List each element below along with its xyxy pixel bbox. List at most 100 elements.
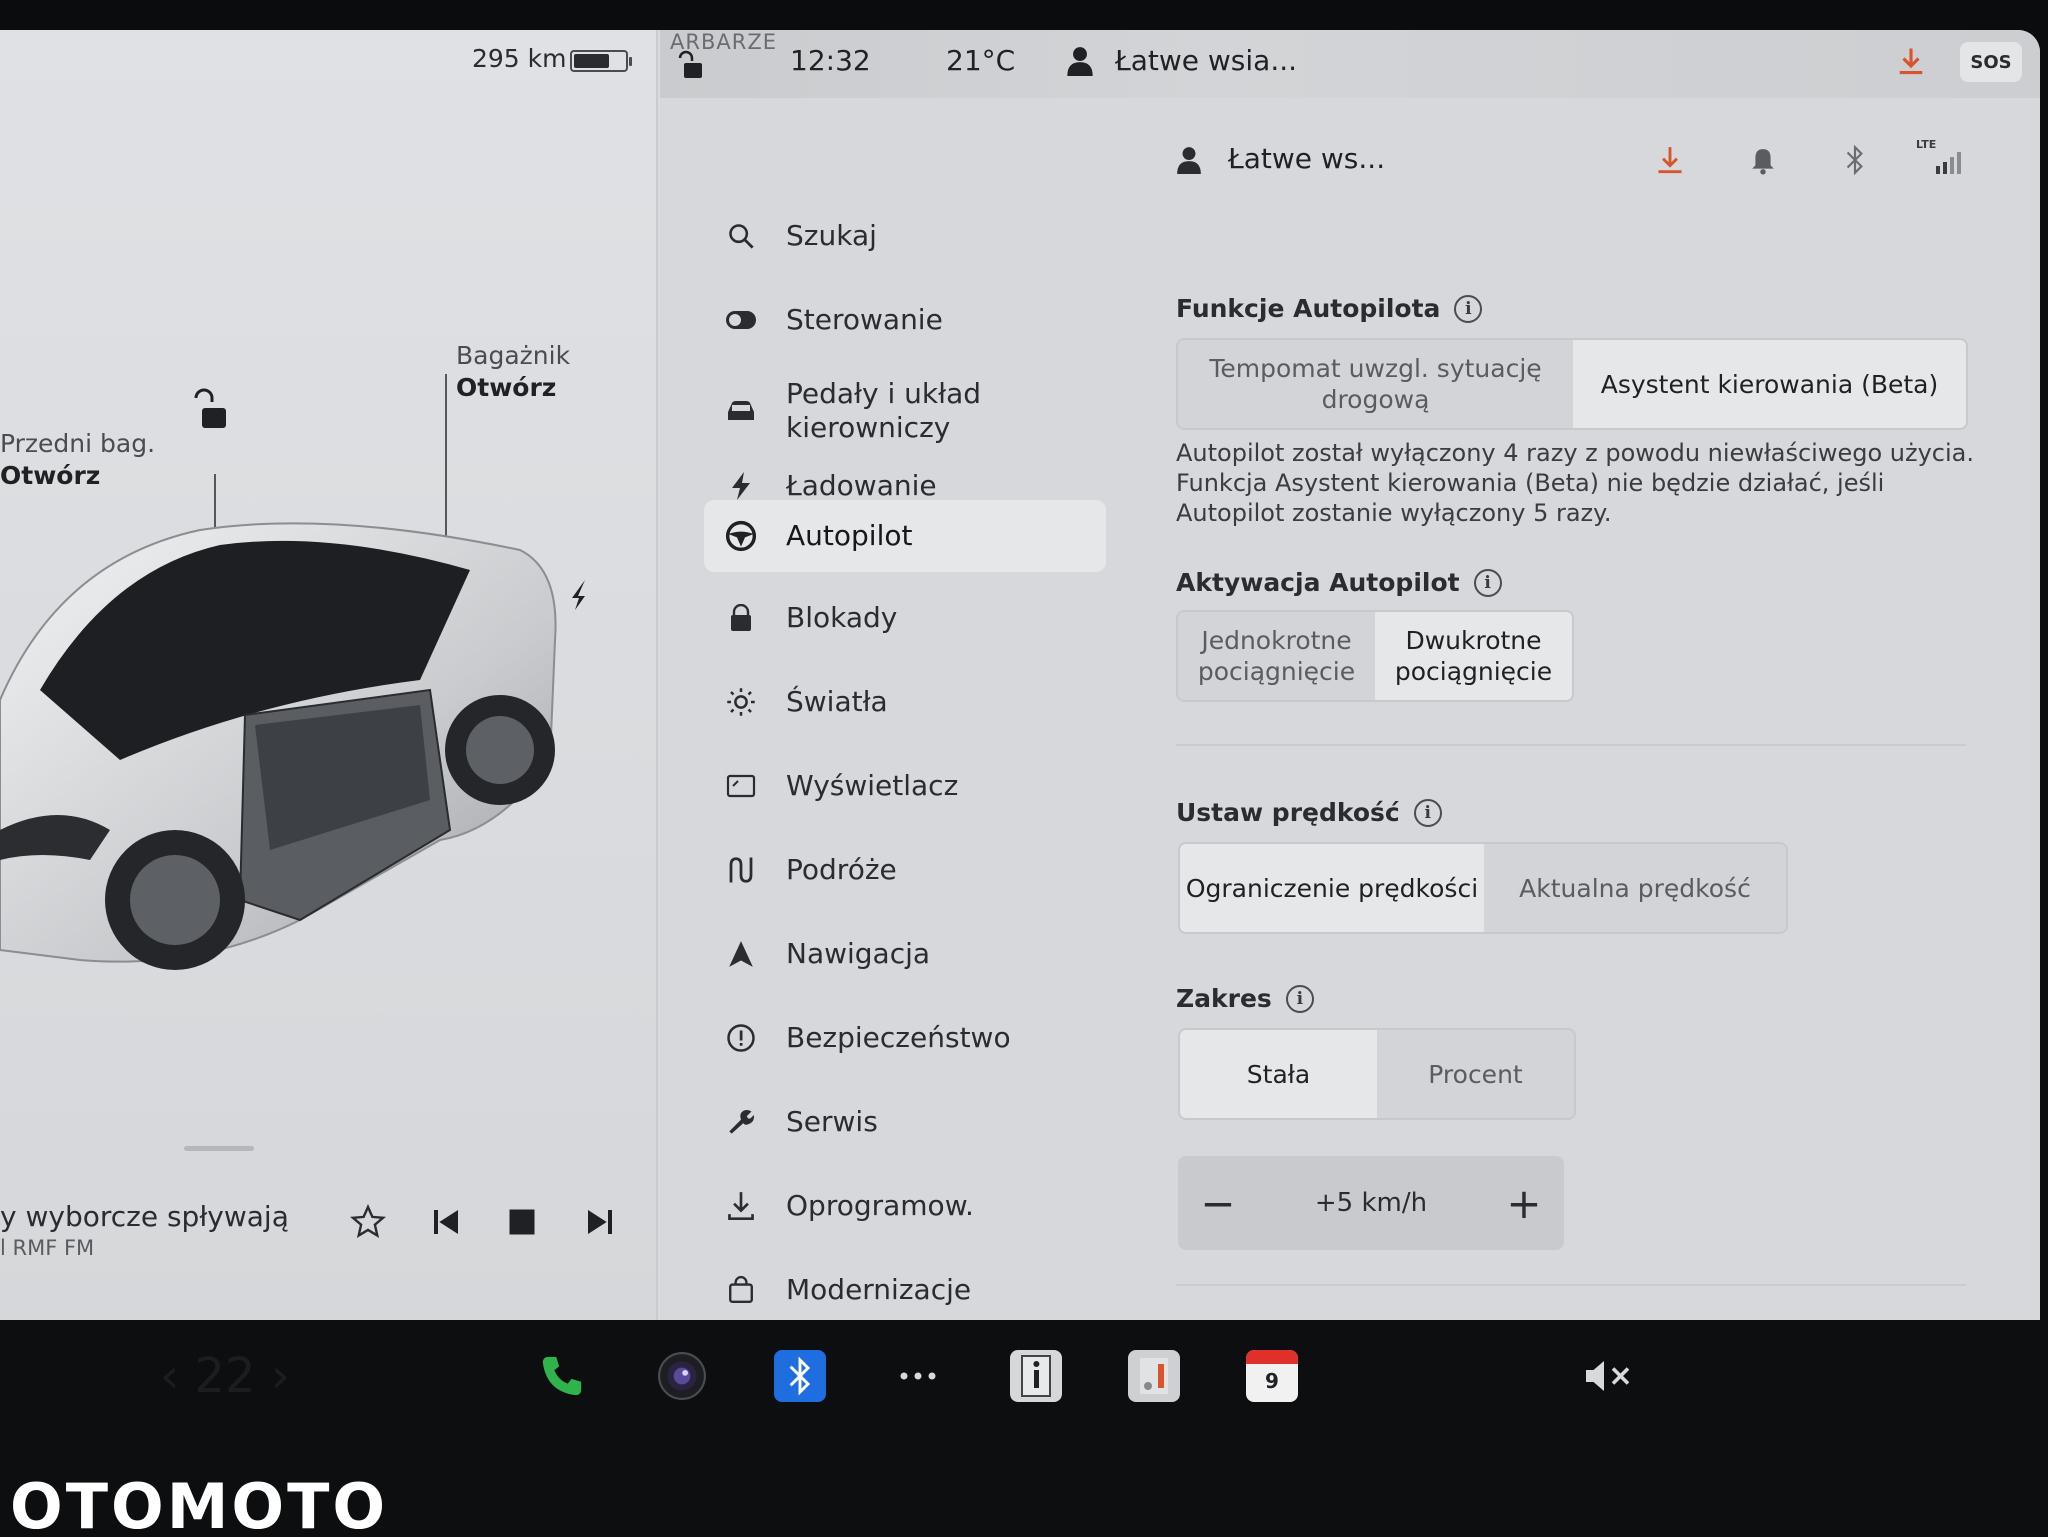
nav-item-trips[interactable]: Podróże bbox=[704, 834, 1106, 906]
nav-item-safety[interactable]: Bezpieczeństwo bbox=[704, 1002, 1106, 1074]
volume-muted-icon[interactable] bbox=[1580, 1350, 1640, 1402]
nav-label: Pedały i układ kierowniczy bbox=[786, 377, 982, 444]
clock: 12:32 bbox=[790, 44, 871, 77]
trunk-label: Bagażnik bbox=[456, 341, 571, 370]
battery-level bbox=[574, 54, 609, 68]
nav-item-navigation[interactable]: Nawigacja bbox=[704, 918, 1106, 990]
nav-item-display[interactable]: Wyświetlacz bbox=[704, 750, 1106, 822]
divider bbox=[1176, 744, 1966, 746]
bell-icon[interactable] bbox=[1750, 146, 1776, 180]
divider bbox=[1176, 1284, 1966, 1286]
user-icon[interactable] bbox=[1066, 46, 1094, 80]
nav-item-search[interactable]: Szukaj bbox=[704, 200, 1106, 272]
section-title-text: Ustaw prędkość bbox=[1176, 798, 1400, 827]
bottom-dock: ‹ 22 › 9 OTOMOTO bbox=[0, 1320, 2048, 1537]
front-trunk-control[interactable]: Przedni bag. Otwórz bbox=[0, 428, 155, 492]
info-icon[interactable]: i bbox=[1285, 984, 1314, 1013]
profile-row: Łatwe ws... LTE bbox=[1176, 138, 1996, 188]
nav-label: Ładowanie bbox=[786, 469, 937, 502]
set-speed-selector[interactable]: Ograniczenie prędkości Aktualna prędkość bbox=[1178, 842, 1788, 934]
car-model-image[interactable] bbox=[0, 500, 600, 1000]
speed-offset-value: +5 km/h bbox=[1314, 1188, 1428, 1218]
unlock-icon[interactable] bbox=[190, 388, 230, 434]
settings-panel: Szukaj Sterowanie Pedały i układ kierown… bbox=[660, 98, 2040, 1320]
car-lock-icon[interactable] bbox=[676, 50, 704, 84]
battery-icon bbox=[570, 50, 632, 72]
next-track-icon[interactable] bbox=[580, 1202, 620, 1242]
front-trunk-label: Przedni bag. bbox=[0, 429, 156, 458]
nav-item-locks[interactable]: Blokady bbox=[704, 582, 1106, 654]
nav-item-autopilot[interactable]: Autopilot bbox=[704, 500, 1106, 572]
range-readout: 295 km bbox=[472, 44, 567, 73]
profile-name[interactable]: Łatwe ws... bbox=[1228, 142, 1385, 175]
front-trunk-open[interactable]: Otwórz bbox=[0, 460, 155, 492]
option-current-speed[interactable]: Aktualna prędkość bbox=[1484, 844, 1786, 932]
nav-item-upgrades[interactable]: Modernizacje bbox=[704, 1254, 1106, 1320]
trips-icon bbox=[724, 853, 758, 887]
download-icon bbox=[724, 1189, 758, 1223]
bolt-icon bbox=[724, 469, 758, 503]
trunk-open[interactable]: Otwórz bbox=[456, 372, 570, 404]
user-icon[interactable] bbox=[1176, 146, 1202, 178]
more-apps-icon[interactable] bbox=[892, 1350, 944, 1402]
sos-button[interactable]: SOS bbox=[1960, 42, 2022, 82]
trunk-control[interactable]: Bagażnik Otwórz bbox=[456, 340, 570, 404]
nav-label: Serwis bbox=[786, 1105, 878, 1138]
status-bar: ARBARZE 12:32 21°C Łatwe wsia... SOS bbox=[660, 30, 2040, 98]
display-icon bbox=[724, 769, 758, 803]
nav-label: Bezpieczeństwo bbox=[786, 1021, 1011, 1054]
nav-item-software[interactable]: Oprogramow. bbox=[704, 1170, 1106, 1242]
option-fixed[interactable]: Stała bbox=[1180, 1030, 1377, 1118]
autopilot-features-title: Funkcje Autopilota i bbox=[1176, 294, 1483, 323]
toybox-icon[interactable] bbox=[1128, 1350, 1180, 1402]
previous-track-icon[interactable] bbox=[426, 1202, 466, 1242]
option-single-pull[interactable]: Jednokrotne pociągnięcie bbox=[1178, 612, 1375, 700]
decrease-button[interactable]: − bbox=[1178, 1156, 1258, 1250]
info-icon[interactable]: i bbox=[1454, 294, 1483, 323]
speed-offset-stepper: − +5 km/h + bbox=[1178, 1156, 1564, 1250]
favorite-star-icon[interactable] bbox=[348, 1202, 388, 1242]
download-icon[interactable] bbox=[1896, 46, 1926, 80]
calendar-icon[interactable]: 9 bbox=[1246, 1350, 1298, 1402]
wrench-icon bbox=[724, 1105, 758, 1139]
set-speed-title: Ustaw prędkość i bbox=[1176, 798, 1442, 827]
option-speed-limit[interactable]: Ograniczenie prędkości bbox=[1180, 844, 1484, 932]
activation-selector[interactable]: Jednokrotne pociągnięcie Dwukrotne pocią… bbox=[1176, 610, 1574, 702]
nav-item-lights[interactable]: Światła bbox=[704, 666, 1106, 738]
option-double-pull[interactable]: Dwukrotne pociągnięcie bbox=[1375, 612, 1572, 700]
phone-icon[interactable] bbox=[536, 1350, 588, 1402]
nav-label: Autopilot bbox=[786, 519, 913, 552]
option-traffic-aware-cruise[interactable]: Tempomat uwzgl. sytuację drogową bbox=[1178, 340, 1573, 428]
info-icon[interactable]: i bbox=[1413, 798, 1442, 827]
nav-label: Szukaj bbox=[786, 219, 877, 252]
section-title-text: Zakres bbox=[1176, 984, 1272, 1013]
manual-icon[interactable] bbox=[1010, 1350, 1062, 1402]
bag-icon bbox=[724, 1273, 758, 1307]
panel-drag-handle[interactable] bbox=[184, 1146, 254, 1151]
media-station: l RMF FM bbox=[0, 1236, 95, 1260]
range-selector[interactable]: Stała Procent bbox=[1178, 1028, 1576, 1120]
nav-item-service[interactable]: Serwis bbox=[704, 1086, 1106, 1158]
camera-icon[interactable] bbox=[656, 1350, 708, 1402]
driver-profile[interactable]: Łatwe wsia... bbox=[1115, 44, 1297, 77]
lock-icon bbox=[724, 601, 758, 635]
nav-label: Podróże bbox=[786, 853, 897, 886]
nav-item-pedals-steering[interactable]: Pedały i układ kierowniczy bbox=[704, 366, 1106, 456]
climate-temperature[interactable]: ‹ 22 › bbox=[160, 1348, 290, 1404]
nav-label: Światła bbox=[786, 685, 888, 718]
download-icon[interactable] bbox=[1656, 146, 1684, 180]
stop-icon[interactable] bbox=[502, 1202, 542, 1242]
increase-button[interactable]: + bbox=[1484, 1156, 1564, 1250]
sos-label: SOS bbox=[1970, 51, 2012, 73]
nav-item-controls[interactable]: Sterowanie bbox=[704, 284, 1106, 356]
outside-temperature: 21°C bbox=[946, 44, 1016, 77]
info-icon[interactable]: i bbox=[1473, 568, 1502, 597]
nav-label: Oprogramow. bbox=[786, 1189, 974, 1222]
calendar-day: 9 bbox=[1265, 1369, 1279, 1393]
autopilot-features-selector[interactable]: Tempomat uwzgl. sytuację drogową Asysten… bbox=[1176, 338, 1968, 430]
option-autosteer-beta[interactable]: Asystent kierowania (Beta) bbox=[1573, 340, 1966, 428]
bluetooth-icon[interactable] bbox=[1844, 144, 1866, 180]
option-percent[interactable]: Procent bbox=[1377, 1030, 1574, 1118]
nav-label: Modernizacje bbox=[786, 1273, 972, 1306]
bluetooth-app-icon[interactable] bbox=[774, 1350, 826, 1402]
